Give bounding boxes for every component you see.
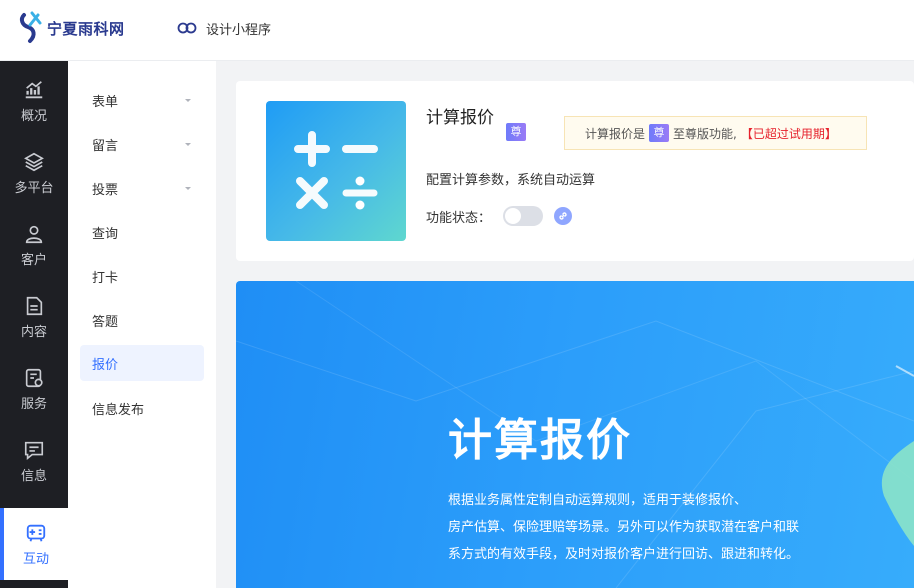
submenu-item-quote[interactable]: 报价 xyxy=(80,345,204,381)
message-icon xyxy=(24,441,44,460)
hero-desc-line: 根据业务属性定制自动运算规则，适用于装修报价、 xyxy=(448,493,748,508)
notice-prefix: 计算报价是 xyxy=(585,126,646,141)
submenu-item-vote[interactable]: 投票 xyxy=(80,170,204,206)
nav-item-label: 内容 xyxy=(20,324,47,340)
brand-logo-icon xyxy=(19,11,42,43)
nav-item-messages[interactable]: 信息 xyxy=(0,425,68,497)
submenu-item-checkin[interactable]: 打卡 xyxy=(80,258,204,294)
document-icon xyxy=(26,296,43,315)
submenu-item-label: 打卡 xyxy=(92,270,119,286)
submenu-item-quiz[interactable]: 答题 xyxy=(80,302,204,338)
nav-item-multi-platform[interactable]: 多平台 xyxy=(0,137,68,209)
brand-logo[interactable]: 宁夏雨科网 xyxy=(18,8,138,48)
notice-suffix: 至尊版功能, xyxy=(673,126,737,141)
submenu-item-label: 投票 xyxy=(92,182,119,198)
nav-item-label: 客户 xyxy=(20,252,47,268)
layers-icon xyxy=(24,152,44,171)
user-icon xyxy=(25,225,43,243)
trial-expired-text: 【已超过试用期】 xyxy=(740,126,837,141)
calculator-app-icon xyxy=(266,101,406,241)
feature-toggle[interactable] xyxy=(503,206,544,226)
feature-description: 配置计算参数，系统自动运算 xyxy=(426,173,596,188)
nav-item-overview[interactable]: 概况 xyxy=(0,65,68,137)
submenu-item-message-board[interactable]: 留言 xyxy=(80,126,204,162)
nav-item-label: 互动 xyxy=(22,551,49,567)
nav-item-content[interactable]: 内容 xyxy=(0,281,68,353)
feature-card: 计算报价 尊 计算报价是 尊 至尊版功能, 【已超过试用期】 配置计算参数，系统… xyxy=(236,81,914,261)
link-button[interactable] xyxy=(554,207,573,225)
mini-program-label: 设计小程序 xyxy=(206,22,272,38)
calculator-icon xyxy=(294,131,378,210)
service-icon xyxy=(25,368,43,387)
hero-desc-line: 房产估算、保险理赔等场景。另外可以作为获取潜在客户和联 xyxy=(448,520,800,535)
premium-badge: 尊 xyxy=(649,124,670,142)
hero-title: 计算报价 xyxy=(448,415,632,466)
active-indicator xyxy=(0,508,4,580)
status-label: 功能状态： xyxy=(426,210,492,226)
submenu-item-label: 留言 xyxy=(92,138,119,154)
premium-badge: 尊 xyxy=(506,123,526,141)
nav-item-label: 服务 xyxy=(20,396,47,412)
submenu-item-info-publish[interactable]: 信息发布 xyxy=(80,390,204,426)
nav-item-label: 信息 xyxy=(20,468,47,484)
mini-program-icon xyxy=(177,22,197,34)
hero-desc-line: 系方式的有效手段，及时对报价客户进行回访、跟进和转化。 xyxy=(448,547,800,562)
submenu-item-label: 表单 xyxy=(92,94,119,110)
feature-hero-banner: 计算报价 根据业务属性定制自动运算规则，适用于装修报价、 房产估算、保险理赔等场… xyxy=(236,281,914,588)
gamepad-icon xyxy=(26,524,46,542)
submenu-item-label: 答题 xyxy=(92,314,119,330)
design-mini-program-link[interactable]: 设计小程序 xyxy=(176,18,271,38)
link-icon xyxy=(559,212,567,220)
submenu-item-label: 查询 xyxy=(92,226,119,242)
nav-item-services[interactable]: 服务 xyxy=(0,353,68,425)
nav-item-interaction[interactable]: 互动 xyxy=(0,508,68,580)
chart-icon xyxy=(25,80,43,98)
top-header: 宁夏雨科网 设计小程序 xyxy=(0,0,914,61)
submenu-item-query[interactable]: 查询 xyxy=(80,214,204,250)
submenu-item-form[interactable]: 表单 xyxy=(80,82,204,118)
hero-description: 根据业务属性定制自动运算规则，适用于装修报价、 房产估算、保险理赔等场景。另外可… xyxy=(448,487,848,568)
submenu-item-label: 信息发布 xyxy=(92,402,145,418)
feature-title: 计算报价 xyxy=(426,108,494,128)
chevron-down-icon xyxy=(185,187,191,190)
nav-item-label: 多平台 xyxy=(14,180,54,196)
primary-nav: 概况 多平台 客户 内容 服务 信息 互动 xyxy=(0,61,68,588)
premium-notice: 计算报价是 尊 至尊版功能, 【已超过试用期】 xyxy=(564,116,867,150)
secondary-nav: 表单 留言 投票 查询 打卡 答题 报价 信息发布 xyxy=(68,61,216,588)
brand-name: 宁夏雨科网 xyxy=(47,19,125,38)
nav-item-customers[interactable]: 客户 xyxy=(0,209,68,281)
nav-item-label: 概况 xyxy=(20,108,47,124)
chevron-down-icon xyxy=(185,143,191,146)
chevron-down-icon xyxy=(185,99,191,102)
submenu-item-label: 报价 xyxy=(92,357,119,373)
feature-status-row: 功能状态： xyxy=(426,206,573,226)
